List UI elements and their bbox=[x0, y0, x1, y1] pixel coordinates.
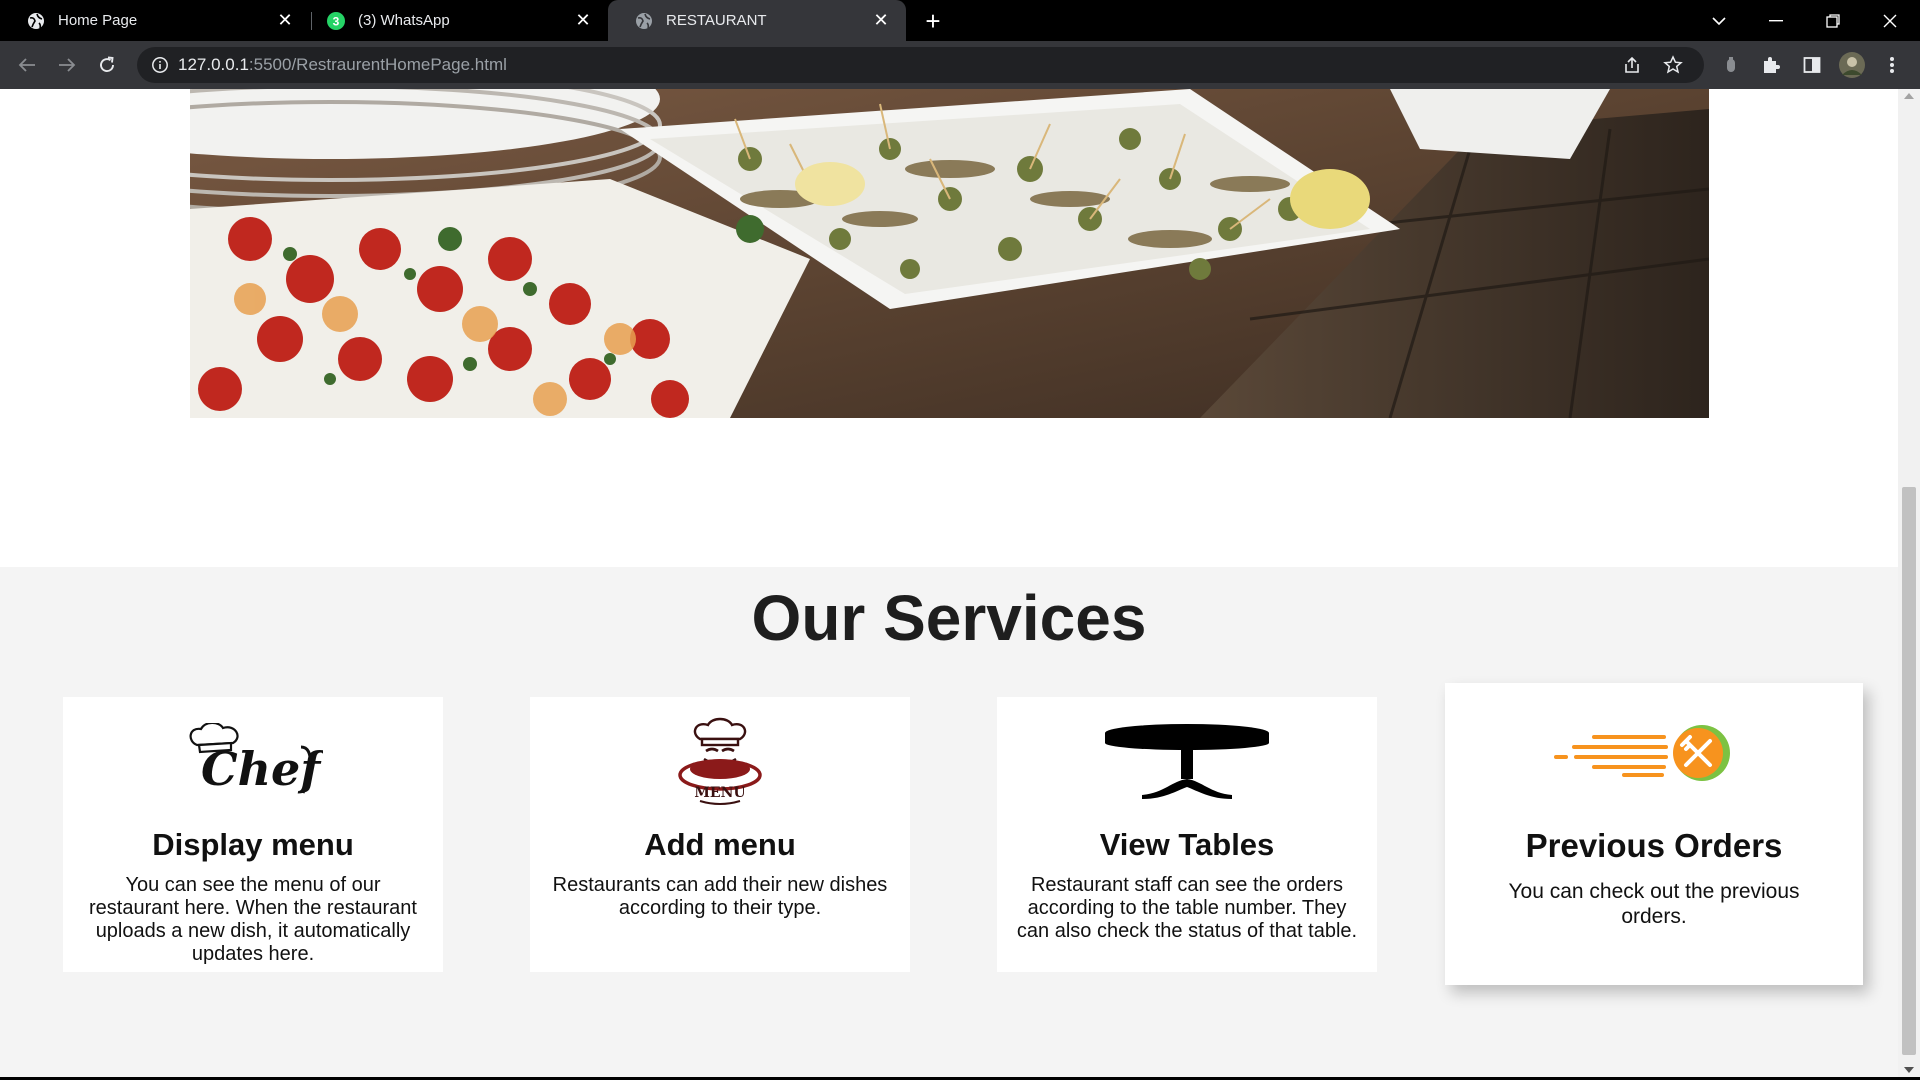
new-tab-button[interactable]: + bbox=[919, 7, 947, 35]
chef-logo-icon: Chef bbox=[63, 723, 443, 801]
browser-tabstrip: Home Page ✕ 3 (3) WhatsApp ✕ RESTAURANT … bbox=[0, 0, 1920, 41]
tab-title: RESTAURANT bbox=[666, 12, 767, 29]
services-section: Our Services Chef Display menu You can s… bbox=[0, 567, 1898, 1077]
close-window-icon[interactable] bbox=[1870, 0, 1910, 41]
page-scrollbar[interactable] bbox=[1898, 89, 1920, 1077]
restore-icon[interactable] bbox=[1813, 0, 1853, 41]
share-icon[interactable] bbox=[1616, 49, 1648, 81]
reload-icon[interactable] bbox=[91, 49, 123, 81]
scrollbar-thumb[interactable] bbox=[1902, 487, 1916, 1055]
back-icon[interactable] bbox=[11, 49, 43, 81]
scroll-down-arrow-icon[interactable] bbox=[1904, 1067, 1914, 1073]
site-info-icon[interactable] bbox=[151, 56, 169, 74]
service-card-display-menu[interactable]: Chef Display menu You can see the menu o… bbox=[63, 697, 443, 972]
card-description: You can check out the previous orders. bbox=[1508, 880, 1800, 928]
url-path: :5500/RestraurentHomePage.html bbox=[248, 55, 507, 74]
url-text: 127.0.0.1:5500/RestraurentHomePage.html bbox=[178, 55, 507, 75]
hero-food-image bbox=[190, 89, 1709, 418]
globe-icon bbox=[634, 11, 654, 31]
chef-menu-logo-icon: MENU bbox=[530, 717, 910, 807]
tab-restaurant[interactable]: RESTAURANT ✕ bbox=[608, 0, 906, 41]
service-card-previous-orders[interactable]: Previous Orders You can check out the pr… bbox=[1445, 683, 1863, 985]
scroll-up-arrow-icon[interactable] bbox=[1904, 93, 1914, 99]
card-heading: Display menu bbox=[152, 827, 354, 862]
page-viewport: Our Services Chef Display menu You can s… bbox=[0, 89, 1898, 1077]
card-heading: View Tables bbox=[1099, 827, 1275, 862]
tab-search-icon[interactable] bbox=[1699, 0, 1739, 41]
bookmark-star-icon[interactable] bbox=[1657, 49, 1689, 81]
tab-whatsapp[interactable]: 3 (3) WhatsApp ✕ bbox=[300, 0, 608, 41]
menu-kebab-icon[interactable] bbox=[1876, 49, 1908, 81]
card-description: You can see the menu of our restaurant h… bbox=[89, 874, 417, 965]
profile-avatar[interactable] bbox=[1836, 49, 1868, 81]
table-icon bbox=[997, 721, 1377, 801]
url-host: 127.0.0.1 bbox=[178, 55, 249, 74]
address-bar[interactable]: 127.0.0.1:5500/RestraurentHomePage.html bbox=[137, 47, 1704, 83]
extension-icon[interactable] bbox=[1715, 49, 1747, 81]
browser-toolbar: 127.0.0.1:5500/RestraurentHomePage.html bbox=[0, 41, 1920, 89]
card-heading: Add menu bbox=[644, 827, 796, 862]
side-panel-icon[interactable] bbox=[1796, 49, 1828, 81]
card-heading: Previous Orders bbox=[1525, 827, 1783, 864]
services-title: Our Services bbox=[751, 582, 1147, 654]
service-card-add-menu[interactable]: MENU Add menu Restaurants can add their … bbox=[530, 697, 910, 972]
close-tab-icon[interactable]: ✕ bbox=[868, 8, 894, 34]
tab-title: (3) WhatsApp bbox=[358, 12, 450, 29]
tab-title: Home Page bbox=[58, 12, 138, 29]
extensions-puzzle-icon[interactable] bbox=[1755, 49, 1787, 81]
tab-home-page[interactable]: Home Page ✕ bbox=[0, 0, 310, 41]
svg-text:3: 3 bbox=[333, 14, 340, 28]
whatsapp-icon: 3 bbox=[326, 11, 346, 31]
card-description: Restaurants can add their new dishes acc… bbox=[552, 874, 888, 919]
close-tab-icon[interactable]: ✕ bbox=[272, 8, 298, 34]
card-description: Restaurant staff can see the orders acco… bbox=[1016, 874, 1358, 942]
service-card-view-tables[interactable]: View Tables Restaurant staff can see the… bbox=[997, 697, 1377, 972]
fast-delivery-icon bbox=[1445, 723, 1863, 783]
forward-icon[interactable] bbox=[51, 49, 83, 81]
close-tab-icon[interactable]: ✕ bbox=[570, 8, 596, 34]
svg-text:MENU: MENU bbox=[694, 785, 745, 801]
globe-icon bbox=[26, 11, 46, 31]
minimize-icon[interactable] bbox=[1756, 0, 1796, 41]
